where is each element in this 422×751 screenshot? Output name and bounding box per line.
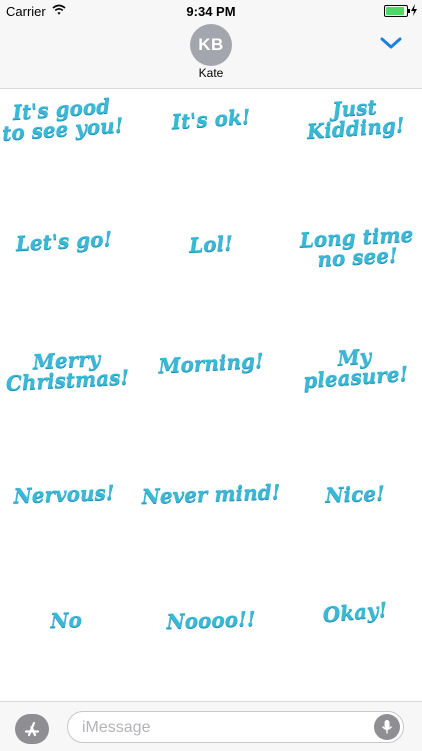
- message-placeholder: iMessage: [82, 719, 151, 736]
- sticker-nervous[interactable]: Nervous!: [0, 480, 134, 508]
- contact-name[interactable]: Kate: [0, 66, 422, 80]
- app-store-button[interactable]: [15, 714, 49, 744]
- microphone-icon: [381, 720, 393, 734]
- clock: 9:34 PM: [186, 4, 236, 19]
- sticker-my-pleasure[interactable]: My pleasure!: [284, 342, 422, 393]
- avatar[interactable]: KB: [190, 24, 232, 66]
- charging-bolt-icon: [411, 4, 417, 16]
- sticker-long-time-no-see[interactable]: Long time no see!: [286, 222, 422, 271]
- sticker-its-ok[interactable]: It's ok!: [140, 104, 281, 134]
- app-store-icon: [24, 721, 40, 737]
- message-input[interactable]: iMessage: [67, 711, 404, 743]
- sticker-merry-christmas[interactable]: Merry Christmas!: [0, 346, 138, 395]
- sticker-nice[interactable]: Nice!: [285, 481, 422, 507]
- conversation-header: KB Kate: [0, 22, 422, 89]
- sticker-no[interactable]: No: [0, 607, 136, 632]
- sticker-lol[interactable]: Lol!: [141, 230, 282, 257]
- message-input-bar: iMessage: [0, 701, 422, 751]
- sticker-okay[interactable]: Okay!: [284, 596, 422, 628]
- sticker-noooo[interactable]: Noooo!!: [141, 606, 282, 633]
- sticker-its-good-to-see-you[interactable]: It's good to see you!: [0, 94, 133, 146]
- battery-icon: [384, 5, 410, 17]
- chevron-down-icon[interactable]: [380, 36, 402, 50]
- status-bar: Carrier 9:34 PM: [0, 0, 422, 22]
- sticker-morning[interactable]: Morning!: [141, 348, 282, 377]
- dictation-button[interactable]: [374, 714, 400, 740]
- sticker-lets-go[interactable]: Let's go!: [0, 226, 134, 255]
- sticker-grid: It's good to see you! It's ok! Just Kidd…: [0, 89, 422, 701]
- sticker-never-mind[interactable]: Never mind!: [141, 480, 282, 509]
- sticker-just-kidding[interactable]: Just Kidding!: [284, 93, 422, 144]
